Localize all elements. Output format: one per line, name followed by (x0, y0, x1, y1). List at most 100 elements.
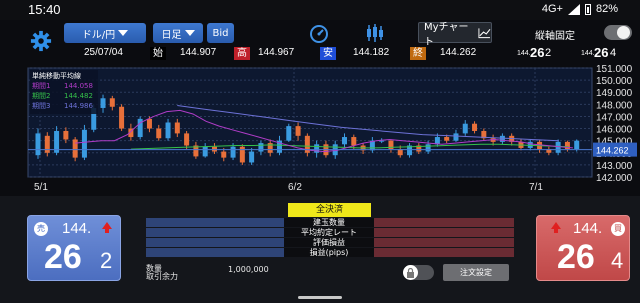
currency-pair-label: ドル/円 (81, 29, 116, 41)
vertical-axis-fix-toggle[interactable] (604, 25, 632, 40)
up-arrow-icon (102, 222, 112, 233)
chevron-down-icon (118, 30, 129, 36)
candle-body (342, 137, 348, 145)
y-tick-label: 148.000 (596, 100, 633, 111)
candle-body (351, 137, 357, 146)
candle-body (258, 143, 264, 152)
sell-price-small: 2 (100, 248, 113, 273)
candle-body (35, 133, 41, 156)
table-row: 平均約定レート (146, 228, 514, 237)
candle-body (146, 118, 152, 129)
candle-body (174, 122, 180, 134)
candle-body (574, 140, 580, 150)
candle-body (165, 122, 171, 139)
plot-background (27, 67, 593, 178)
y-tick-label: 147.000 (596, 112, 633, 123)
sell-button[interactable]: 売 144. 26 2 (27, 215, 121, 281)
ma-legend-value: 144.482 (64, 92, 93, 100)
account-margin-label: 取引余力 (146, 272, 178, 281)
speedometer-icon[interactable] (308, 22, 330, 44)
x-tick-label: 7/1 (529, 182, 543, 192)
candle-body (462, 123, 468, 134)
ohlc-date: 25/07/04 (84, 47, 123, 58)
network-label: 4G+ (541, 3, 563, 15)
lock-toggle[interactable] (403, 265, 434, 280)
candle-body (230, 146, 236, 158)
candle-body (81, 129, 87, 158)
candle-body (425, 144, 431, 152)
bid-ask-toggle-button[interactable]: Bid (207, 23, 234, 43)
my-chart-label: Myチャート (424, 21, 469, 48)
price-chart-area[interactable]: 151.000 150.000 149.000 148.000 147.000 146.0… (24, 64, 639, 193)
ma-legend-title: 単純移動平均線 (32, 71, 81, 80)
y-tick-label: 149.000 (596, 88, 633, 99)
x-tick-label: 5/1 (34, 182, 48, 192)
candle-body (221, 151, 227, 158)
sell-badge: 売 (34, 222, 48, 236)
close-tag: 終 (410, 47, 426, 60)
candle-body (444, 137, 450, 141)
open-tag: 始 (150, 47, 166, 60)
line-chart-icon (478, 27, 491, 38)
candle-body (555, 141, 561, 153)
mini-ask-small: 4 (610, 47, 617, 59)
close-value: 144.262 (440, 47, 477, 58)
candle-body (44, 135, 50, 153)
candle-body (286, 126, 292, 141)
low-value: 144.182 (353, 47, 390, 58)
mini-bid-small: 2 (545, 47, 552, 59)
unrealized-pl-label: 評価損益 (284, 238, 374, 247)
lock-icon (403, 265, 418, 280)
navigation-handle[interactable] (298, 296, 342, 299)
candle-body (472, 123, 478, 131)
candle-body (453, 133, 459, 141)
mini-ask-prefix: 144. (581, 50, 595, 57)
y-tick-label: 142.000 (596, 173, 633, 184)
buy-price-big: 26 (557, 238, 595, 276)
candlestick-chart[interactable]: 151.000150.000149.000148.000147.000 146.0… (24, 64, 639, 193)
table-row: 評価損益 (146, 238, 514, 247)
buy-price-prefix: 144. (573, 220, 603, 237)
avg-rate-label: 平均約定レート (284, 228, 374, 237)
ma-legend-value: 144.986 (64, 102, 93, 110)
battery-icon (584, 3, 591, 15)
candle-body (249, 151, 255, 163)
high-tag: 高 (234, 47, 250, 60)
order-settings-button[interactable]: 注文設定 (443, 264, 509, 281)
my-chart-button[interactable]: Myチャート (418, 22, 492, 48)
ma-legend-label: 期間2 (32, 92, 50, 100)
vertical-axis-fix-label: 縦軸固定 (535, 31, 575, 42)
open-value: 144.907 (180, 47, 217, 58)
status-time: 15:40 (28, 2, 61, 17)
qty-labels: 数量 取引余力 (146, 265, 178, 281)
table-row: 損益(pips) (146, 248, 514, 257)
ma-legend-label: 期間3 (32, 102, 50, 110)
gear-icon[interactable] (30, 30, 52, 52)
candle-body (499, 135, 505, 142)
sell-price-prefix: 144. (62, 220, 92, 237)
timeframe-dropdown[interactable]: 日足 (153, 23, 203, 43)
candle-body (156, 128, 162, 139)
ma-legend-label: 期間1 (32, 82, 50, 90)
battery-level: 82% (595, 3, 618, 15)
y-tick-label: 146.000 (596, 125, 633, 136)
buy-button[interactable]: 144. 買 26 4 (536, 215, 630, 281)
high-value: 144.967 (258, 47, 295, 58)
candle-body (119, 106, 125, 129)
low-tag: 安 (320, 47, 336, 60)
currency-pair-dropdown[interactable]: ドル/円 (64, 23, 146, 43)
status-indicators: 4G+ 82% (542, 3, 618, 15)
x-tick-label: 6/2 (288, 182, 302, 192)
settle-all-button[interactable]: 全決済 (288, 203, 371, 217)
qty-value[interactable]: 1,000,000 (228, 265, 269, 274)
current-price-label: 144.262 (596, 146, 629, 156)
y-tick-label: 143.000 (596, 161, 633, 172)
candle-body (434, 137, 440, 145)
candle-body (202, 146, 208, 157)
pl-pips-label: 損益(pips) (284, 248, 374, 257)
mini-ask-big: 26 (594, 45, 609, 60)
candle-body (239, 146, 245, 163)
candle-body (295, 126, 301, 136)
mini-bid-big: 26 (530, 45, 545, 60)
candlestick-icon[interactable] (364, 22, 386, 44)
